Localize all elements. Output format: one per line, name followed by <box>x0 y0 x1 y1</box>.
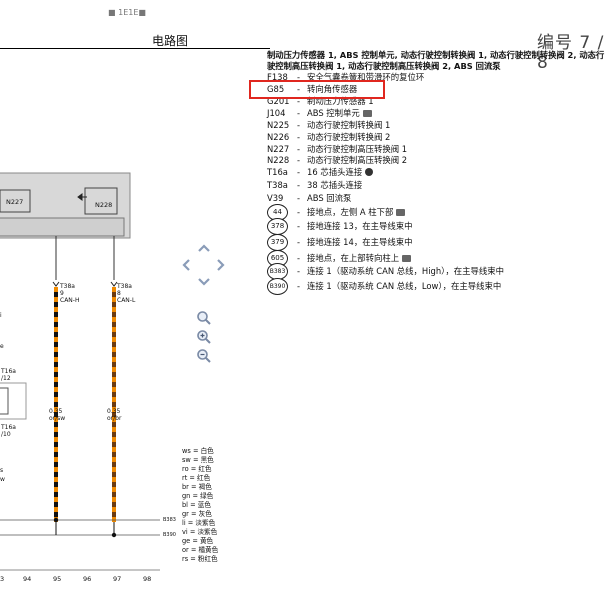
left-fragment-w: w <box>0 476 5 483</box>
wire-color-key: ws = 白色 sw = 黑色 ro = 红色 rt = 红色 br = 褐色 … <box>182 447 218 564</box>
chevron-right-icon[interactable] <box>213 257 229 273</box>
axis-tick: 94 <box>23 575 32 583</box>
ground-symbol: 378 <box>267 218 288 235</box>
color-key-row: ro = 红色 <box>182 465 212 473</box>
chevron-up-icon[interactable] <box>196 240 212 256</box>
zoom-icon[interactable] <box>196 310 212 326</box>
wire-label-can-l: 0.35 or/br <box>107 408 122 422</box>
color-key-row: li = 淡紫色 <box>182 519 216 527</box>
left-fragment-box <box>0 387 9 415</box>
n228-label: N228 <box>95 201 113 209</box>
color-key-row: ge = 黄色 <box>182 537 214 545</box>
color-key-row: ws = 白色 <box>182 447 214 455</box>
axis-tick: 3 <box>0 575 5 583</box>
color-key-row: rs = 粉红色 <box>182 555 218 563</box>
ground-symbol: 379 <box>267 234 288 251</box>
chevron-left-icon[interactable] <box>178 257 194 273</box>
page-title: 电路图 <box>152 34 189 48</box>
grid-axis: 3 94 95 96 97 98 <box>0 575 175 587</box>
bus-label-b383: B383 <box>163 517 176 523</box>
axis-tick: 97 <box>113 575 122 583</box>
axis-tick: 95 <box>53 575 62 583</box>
connector-label-can-h: T38a 9 CAN-H <box>60 283 80 304</box>
color-key-row: gr = 灰色 <box>182 510 212 518</box>
control-unit-bus <box>0 217 125 237</box>
legend-heading: 制动压力传感器 1, ABS 控制单元, 动态行驶控制转换阀 1, 动态行驶控制… <box>267 50 605 71</box>
highlight-box <box>249 80 385 99</box>
zoom-in-icon[interactable] <box>196 329 212 345</box>
top-text-fragment: ■ 1E1E■ <box>108 8 146 17</box>
color-key-row: rt = 红色 <box>182 474 211 482</box>
chevron-down-icon[interactable] <box>196 274 212 290</box>
camera-icon[interactable] <box>402 255 412 262</box>
camera-icon[interactable] <box>396 209 406 216</box>
n227-label: N227 <box>6 198 24 206</box>
left-fragment-t16a-12: T16a /12 <box>1 368 16 382</box>
connector-symbol: B390 <box>267 278 288 295</box>
left-fragment-i: i <box>0 312 2 319</box>
color-key-row: bl = 蓝色 <box>182 501 211 509</box>
zoom-out-icon[interactable] <box>196 348 212 364</box>
color-key-row: or = 橘黄色 <box>182 546 219 554</box>
color-key-row: gn = 绿色 <box>182 492 214 500</box>
left-fragment-s: s <box>0 467 4 474</box>
bus-label-b390: B390 <box>163 532 176 538</box>
axis-tick: 98 <box>143 575 152 583</box>
color-key-row: vi = 淡紫色 <box>182 528 218 536</box>
connector-label-can-l: T38a 8 CAN-L <box>117 283 136 304</box>
wire-label-can-h: 0.35 or/sw <box>49 408 66 422</box>
camera-icon[interactable] <box>362 110 372 117</box>
color-key-row: sw = 黑色 <box>182 456 214 464</box>
header-divider <box>0 48 270 49</box>
left-fragment-t16a-10: T16a /10 <box>1 424 16 438</box>
left-fragment-e: e <box>0 343 4 350</box>
axis-tick: 96 <box>83 575 92 583</box>
color-key-row: br = 褐色 <box>182 483 212 491</box>
connector-icon[interactable] <box>365 168 374 176</box>
wiring-diagram <box>0 172 160 571</box>
